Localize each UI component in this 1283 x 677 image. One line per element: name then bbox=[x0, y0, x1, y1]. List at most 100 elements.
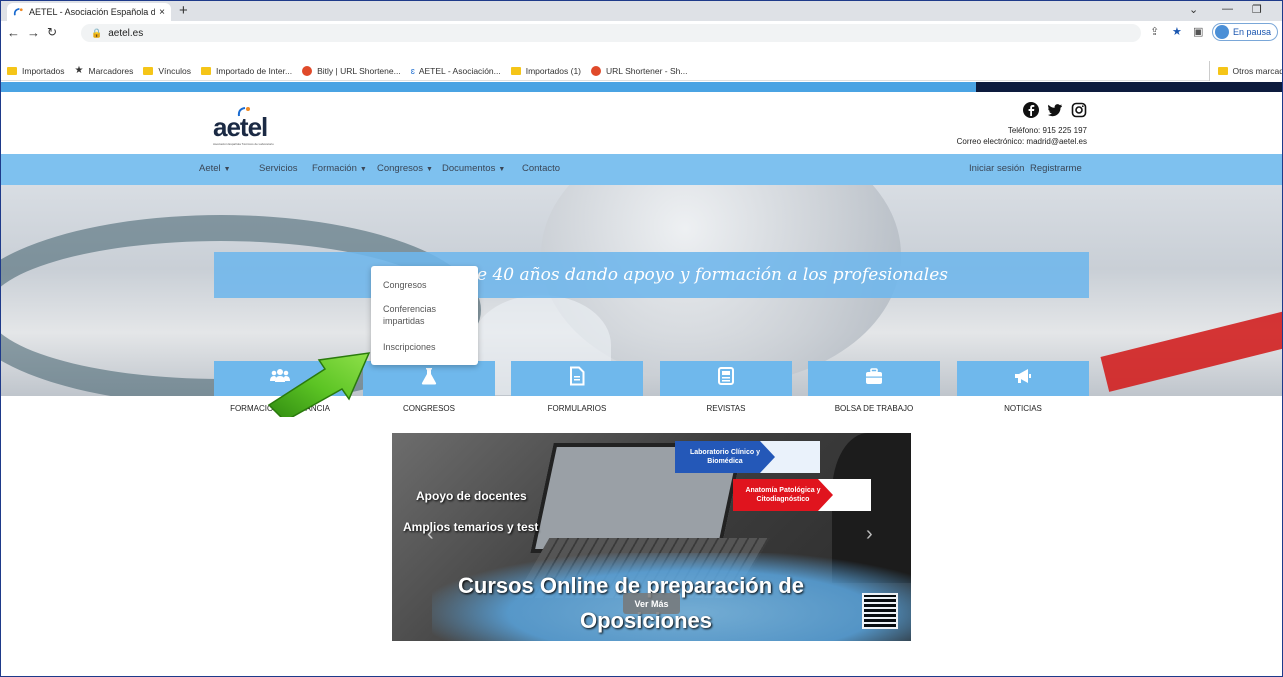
folder-icon bbox=[510, 66, 521, 75]
dropdown-item-inscripciones[interactable]: Inscripciones bbox=[383, 341, 436, 353]
congresos-dropdown: Congresos Conferencias impartidas Inscri… bbox=[371, 266, 478, 365]
tile-congresos[interactable] bbox=[363, 361, 495, 396]
bookmark-label: Importado de Inter... bbox=[216, 65, 293, 76]
tile-noticias[interactable] bbox=[957, 361, 1089, 396]
bookmark-item[interactable]: URL Shortener - Sh... bbox=[591, 65, 687, 76]
bookmark-item[interactable]: Bitly | URL Shortene... bbox=[302, 65, 401, 76]
reload-icon[interactable]: ↻ bbox=[47, 25, 57, 39]
email-text: Correo electrónico: madrid@aetel.es bbox=[956, 137, 1087, 146]
bookmark-label: Marcadores bbox=[88, 65, 134, 76]
bitly-icon bbox=[302, 65, 313, 76]
newspaper-icon bbox=[716, 366, 736, 391]
tile-revistas[interactable] bbox=[660, 361, 792, 396]
browser-window: AETEL - Asociación Española de × + ⌄ — ❐… bbox=[0, 0, 1283, 677]
tab-close-icon[interactable]: × bbox=[159, 7, 165, 18]
folder-icon bbox=[143, 66, 154, 75]
promo-line-2: Amplios temarios y test bbox=[403, 520, 539, 534]
bookmark-label: Importados bbox=[22, 65, 65, 76]
caret-down-icon: ▼ bbox=[223, 166, 231, 173]
briefcase-icon bbox=[864, 366, 884, 391]
flask-icon bbox=[419, 366, 439, 391]
caret-down-icon: ▼ bbox=[425, 166, 433, 173]
nav-item-contacto[interactable]: Contacto bbox=[522, 163, 560, 174]
minimize-button[interactable]: — bbox=[1222, 3, 1233, 15]
ver-mas-button[interactable]: Ver Más bbox=[623, 593, 680, 614]
bookmark-label: Vínculos bbox=[158, 65, 191, 76]
dropdown-item-conferencias-2[interactable]: impartidas bbox=[383, 315, 425, 327]
tag-laboratorio: Laboratorio Clínico y Biomédica bbox=[675, 441, 775, 473]
instagram-icon[interactable] bbox=[1071, 102, 1087, 118]
nav-item-servicios[interactable]: Servicios bbox=[259, 163, 298, 174]
top-strip bbox=[1, 82, 1282, 92]
bookmark-star-icon[interactable]: ★ bbox=[1172, 25, 1182, 38]
test-tube-shape bbox=[1100, 294, 1282, 392]
tab-search-icon[interactable]: ⌄ bbox=[1189, 3, 1198, 16]
carousel-prev-icon[interactable]: ‹ bbox=[427, 523, 434, 546]
bookmark-item[interactable]: Importado de Inter... bbox=[201, 66, 292, 76]
phone-text: Teléfono: 915 225 197 bbox=[1007, 126, 1087, 135]
tile-label[interactable]: REVISTAS bbox=[660, 404, 792, 413]
facebook-icon[interactable] bbox=[1023, 102, 1039, 118]
nav-item-aetel[interactable]: Aetel ▼ bbox=[199, 163, 231, 174]
site-header: aetel Asociación Española Técnicos de La… bbox=[1, 92, 1282, 154]
star-icon: ★ bbox=[74, 65, 84, 76]
qr-code-icon bbox=[862, 593, 898, 629]
bookmark-item[interactable]: ★ Marcadores bbox=[75, 65, 134, 76]
browser-toolbar: ← → ↻ 🔒 aetel.es ⇪ ★ ▣ En pausa bbox=[1, 21, 1282, 61]
tile-formularios[interactable] bbox=[511, 361, 643, 396]
aetel-logo[interactable]: aetel Asociación Española Técnicos de La… bbox=[213, 104, 283, 146]
back-icon[interactable]: ← bbox=[7, 25, 20, 40]
tile-bolsa-trabajo[interactable] bbox=[808, 361, 940, 396]
register-link[interactable]: Registrarme bbox=[1030, 163, 1082, 174]
tile-label[interactable]: BOLSA DE TRABAJO bbox=[808, 404, 940, 413]
hero-banner: e 40 años dando apoyo y formación a los … bbox=[1, 185, 1282, 396]
login-link[interactable]: Iniciar sesión bbox=[969, 163, 1024, 174]
carousel-next-icon[interactable]: › bbox=[866, 523, 873, 546]
forward-icon[interactable]: → bbox=[27, 25, 40, 40]
restore-button[interactable]: ❐ bbox=[1252, 3, 1262, 16]
slogan-text: e 40 años dando apoyo y formación a los … bbox=[477, 265, 949, 285]
green-arrow-icon bbox=[267, 352, 371, 417]
nav-item-documentos[interactable]: Documentos ▼ bbox=[442, 163, 505, 174]
dropdown-item-conferencias[interactable]: Conferencias bbox=[383, 303, 436, 315]
promo-line-1: Apoyo de docentes bbox=[416, 489, 527, 503]
promo-carousel[interactable]: Laboratorio Clínico y Biomédica Anatomía… bbox=[392, 433, 911, 641]
main-navigation: Aetel ▼ Servicios Formación ▼ Congresos ▼ D… bbox=[1, 154, 1282, 185]
bookmark-item[interactable]: Vínculos bbox=[143, 66, 191, 76]
bookmark-item[interactable]: Importados (1) bbox=[510, 65, 582, 76]
nav-item-congresos[interactable]: Congresos ▼ bbox=[377, 163, 433, 174]
other-bookmarks[interactable]: Otros marcad bbox=[1208, 61, 1282, 81]
side-panel-icon[interactable]: ▣ bbox=[1193, 25, 1203, 38]
tab-strip: AETEL - Asociación Española de × + ⌄ — ❐ bbox=[1, 1, 1282, 21]
profile-button[interactable]: En pausa bbox=[1212, 23, 1279, 41]
bookmark-label: Bitly | URL Shortene... bbox=[317, 65, 401, 76]
nav-item-formacion[interactable]: Formación ▼ bbox=[312, 163, 367, 174]
bookmark-item[interactable]: Importados bbox=[7, 66, 65, 76]
address-bar[interactable]: 🔒 aetel.es bbox=[81, 24, 1141, 42]
browser-tab-aetel[interactable]: AETEL - Asociación Española de × bbox=[7, 3, 171, 21]
bookmark-item[interactable]: ɛ AETEL - Asociación... bbox=[411, 66, 501, 76]
web-page: aetel Asociación Española Técnicos de La… bbox=[1, 82, 1282, 676]
twitter-icon[interactable] bbox=[1047, 102, 1063, 118]
caret-down-icon: ▼ bbox=[498, 166, 506, 173]
dropdown-item-congresos[interactable]: Congresos bbox=[383, 279, 427, 291]
bitly-icon bbox=[591, 65, 602, 76]
share-icon[interactable]: ⇪ bbox=[1150, 25, 1159, 38]
tile-label[interactable]: FORMULARIOS bbox=[511, 404, 643, 413]
bookmark-label: Importados (1) bbox=[525, 65, 582, 76]
lock-icon: 🔒 bbox=[91, 27, 103, 38]
tile-label[interactable]: CONGRESOS bbox=[363, 404, 495, 413]
folder-icon bbox=[1217, 67, 1228, 75]
nav-label: Aetel bbox=[199, 163, 221, 174]
logo-subtitle: Asociación Española Técnicos de Laborato… bbox=[213, 142, 274, 146]
aetel-favicon-icon bbox=[13, 7, 24, 18]
new-tab-button[interactable]: + bbox=[179, 2, 188, 19]
folder-icon bbox=[201, 66, 211, 75]
tile-label[interactable]: NOTICIAS bbox=[957, 404, 1089, 413]
social-links bbox=[1023, 102, 1087, 118]
url-text: aetel.es bbox=[108, 27, 144, 39]
aetel-icon: ɛ bbox=[410, 65, 415, 76]
bookmarks-bar: Importados ★ Marcadores Vínculos Importad… bbox=[1, 61, 1282, 81]
tag-anatomia: Anatomía Patológica y Citodiagnóstico bbox=[733, 479, 833, 511]
nav-label: Formación bbox=[312, 163, 357, 174]
